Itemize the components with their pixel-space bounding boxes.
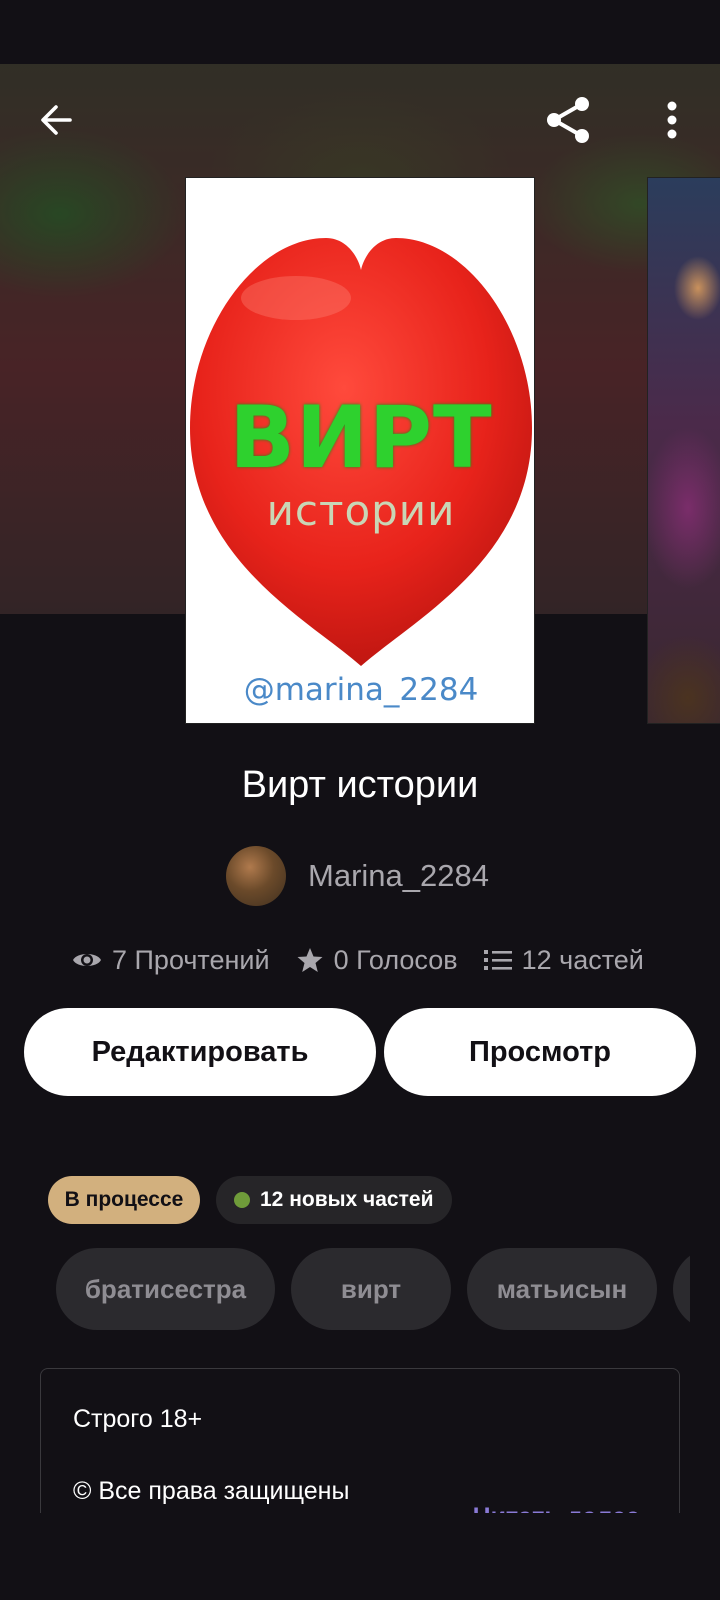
parts-count: 12 частей (521, 944, 644, 975)
description-line: Строго 18+ (73, 1405, 203, 1433)
tag-chip[interactable]: матьисын (467, 1248, 657, 1330)
description-box: Строго 18+ © Все права защищены Читать д… (40, 1368, 680, 1513)
list-icon (483, 950, 512, 970)
description-line: © Все права защищены (73, 1477, 350, 1505)
status-bar (0, 0, 720, 64)
eye-icon (73, 954, 101, 966)
more-vertical-icon (667, 101, 677, 139)
story-cover[interactable]: ВИРТ истории @marina_2284 (185, 177, 535, 724)
preview-button[interactable]: Просмотр (384, 1008, 696, 1096)
status-badge-label: В процессе (64, 1188, 184, 1211)
share-icon (547, 97, 589, 143)
next-story-cover[interactable] (647, 177, 720, 724)
author-link[interactable]: Marina_2284 (226, 846, 489, 906)
reads-count: 7 Прочтений (112, 944, 270, 975)
back-button[interactable] (28, 92, 84, 148)
arrow-left-icon (41, 105, 72, 135)
parts-stat: 12 частей (483, 944, 644, 976)
votes-stat: 0 Голосов (296, 945, 458, 976)
tag-chip-partial[interactable] (673, 1248, 690, 1330)
avatar (226, 846, 286, 906)
new-dot-icon (234, 1192, 250, 1208)
tag-chip[interactable]: вирт (291, 1248, 451, 1330)
cover-subtitle: истории (266, 486, 456, 535)
share-button[interactable] (540, 92, 596, 148)
author-name: Marina_2284 (308, 858, 489, 893)
cover-title: ВИРТ (229, 388, 493, 488)
star-icon (297, 948, 323, 972)
tags-list: братисестра вирт матьисын (56, 1248, 690, 1330)
bottom-area (0, 1513, 720, 1600)
more-options-button[interactable] (644, 92, 700, 148)
read-more-link[interactable]: Читать далее (473, 1503, 640, 1513)
story-title: Вирт истории (241, 764, 479, 806)
new-parts-label: 12 новых частей (260, 1188, 434, 1211)
status-badge: В процессе (48, 1176, 200, 1224)
stats-row: 7 Прочтений 0 Голосов 12 частей (72, 940, 670, 980)
new-parts-badge: 12 новых частей (216, 1176, 452, 1224)
reads-stat: 7 Прочтений (72, 945, 270, 976)
votes-count: 0 Голосов (333, 944, 458, 975)
edit-button[interactable]: Редактировать (24, 1008, 376, 1096)
cover-handle: @marina_2284 (243, 672, 479, 708)
tag-chip[interactable]: братисестра (56, 1248, 275, 1330)
